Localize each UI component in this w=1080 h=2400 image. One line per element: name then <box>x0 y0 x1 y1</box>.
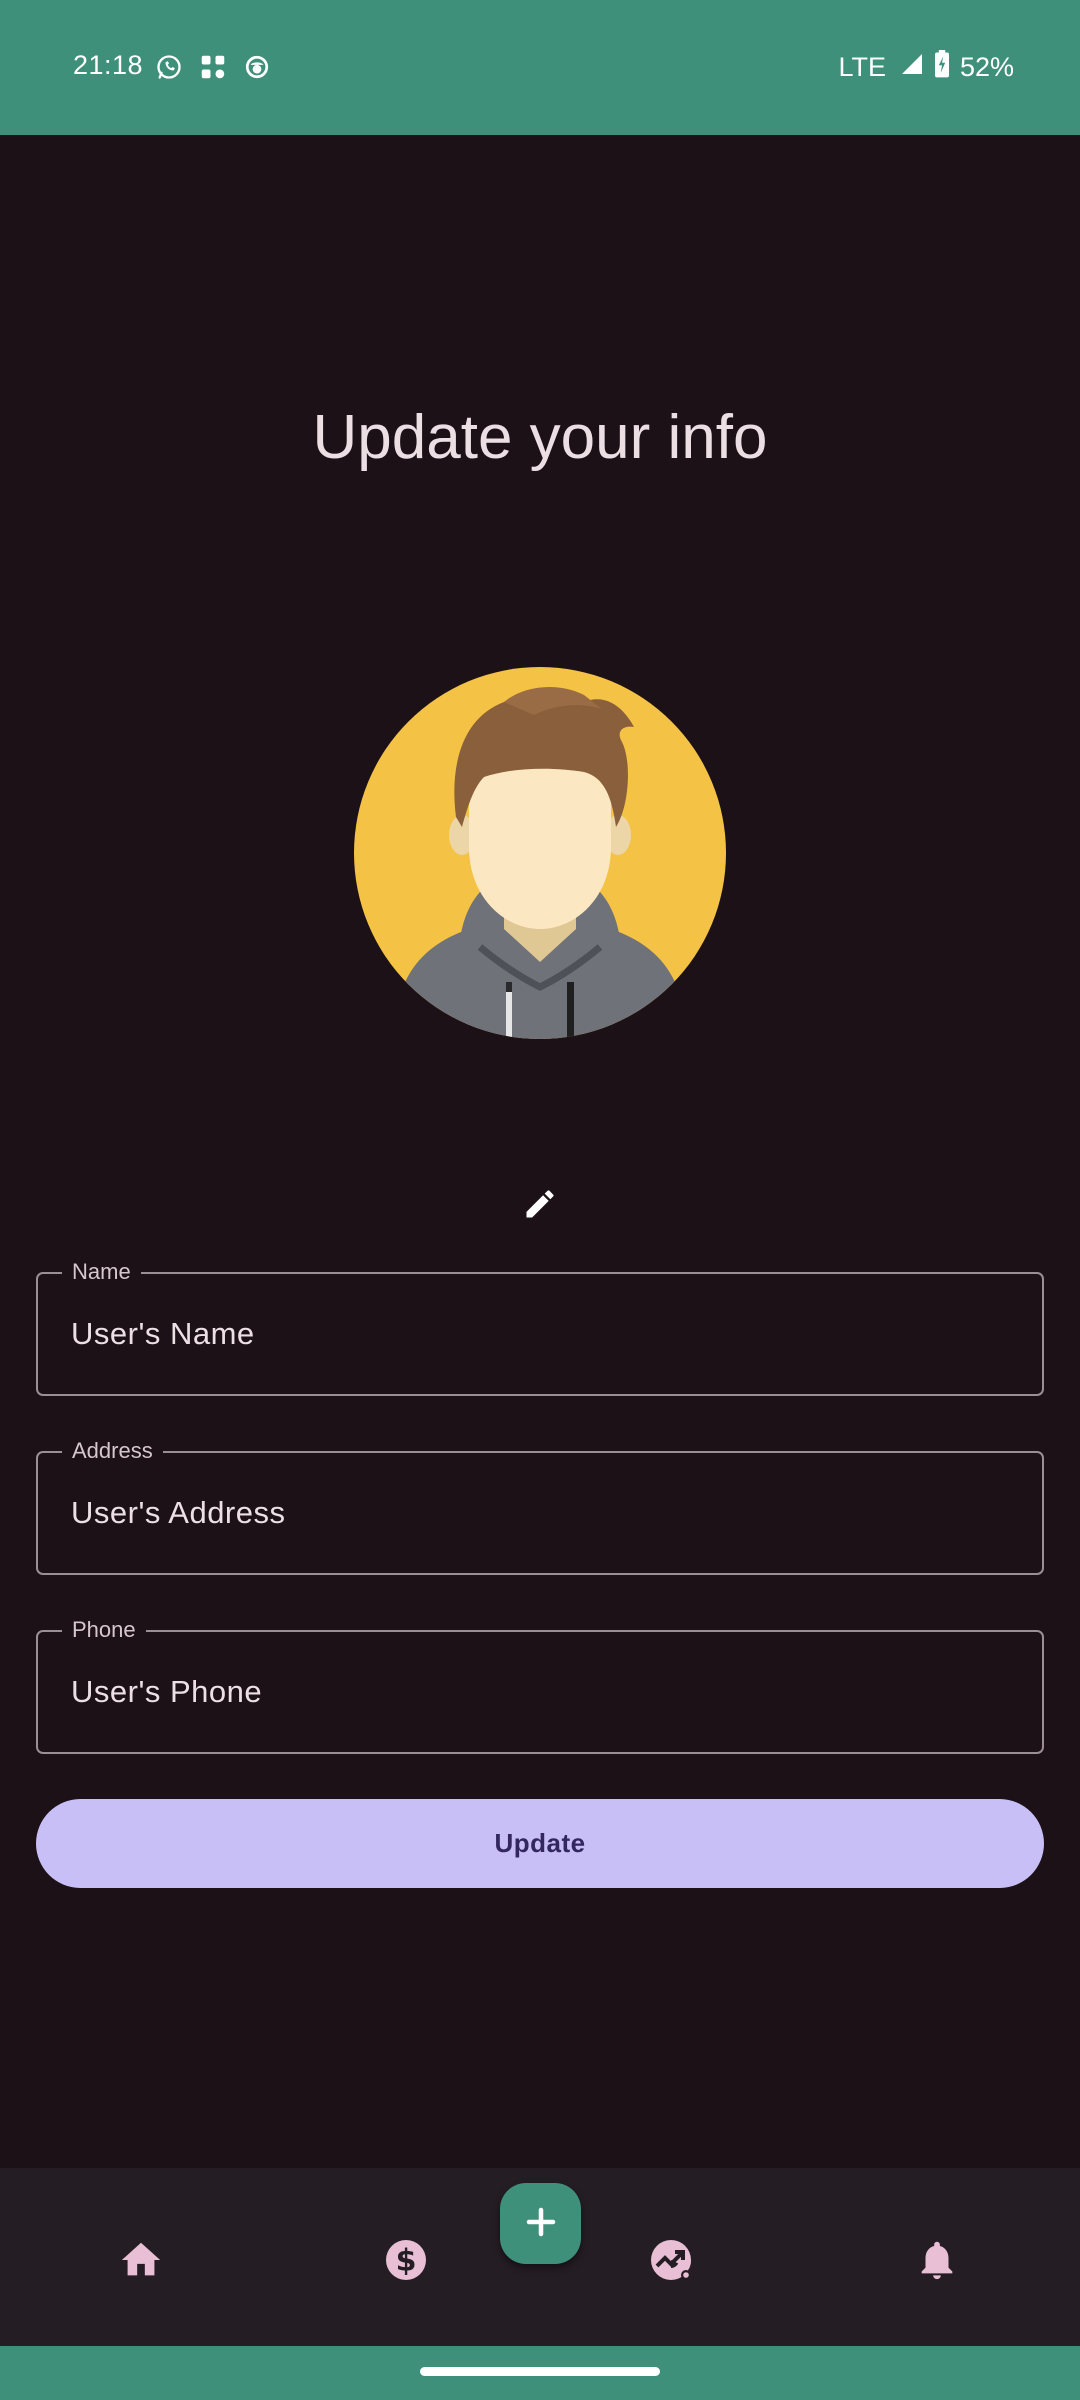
edit-avatar-icon[interactable] <box>522 1186 558 1222</box>
battery-percent: 52% <box>959 52 1014 82</box>
battery-icon <box>934 50 950 85</box>
dollar-icon: $ <box>382 2236 430 2289</box>
add-button[interactable] <box>500 2183 581 2264</box>
name-field[interactable]: Name <box>36 1257 1044 1396</box>
update-button[interactable]: Update <box>36 1799 1044 1888</box>
nav-notifications[interactable] <box>909 2234 965 2290</box>
signal-icon <box>900 52 924 83</box>
gesture-area <box>0 2346 1080 2400</box>
nav-trends[interactable] <box>643 2234 699 2290</box>
svg-text:$: $ <box>396 2243 417 2278</box>
name-input[interactable] <box>71 1274 1011 1393</box>
nav-home[interactable] <box>113 2234 169 2290</box>
music-icon <box>198 52 228 82</box>
user-avatar <box>354 667 726 1039</box>
nav-money[interactable]: $ <box>378 2234 434 2290</box>
phone-field[interactable]: Phone <box>36 1615 1044 1754</box>
address-input[interactable] <box>71 1453 1011 1572</box>
gesture-pill[interactable] <box>420 2367 660 2376</box>
status-time: 21:18 <box>73 50 144 80</box>
app-face-icon <box>242 52 272 82</box>
trending-icon <box>647 2236 695 2289</box>
phone-input[interactable] <box>71 1632 1011 1751</box>
bell-icon <box>914 2237 960 2288</box>
page-title: Update your info <box>312 403 768 472</box>
network-type: LTE <box>838 52 886 82</box>
whatsapp-icon <box>154 52 184 82</box>
status-bar: 21:18 LTE 52% <box>0 0 1080 135</box>
notification-icons <box>154 52 272 82</box>
address-field[interactable]: Address <box>36 1436 1044 1575</box>
plus-icon <box>523 2204 559 2243</box>
home-icon <box>118 2237 164 2288</box>
status-right: LTE 52% <box>838 50 1014 85</box>
